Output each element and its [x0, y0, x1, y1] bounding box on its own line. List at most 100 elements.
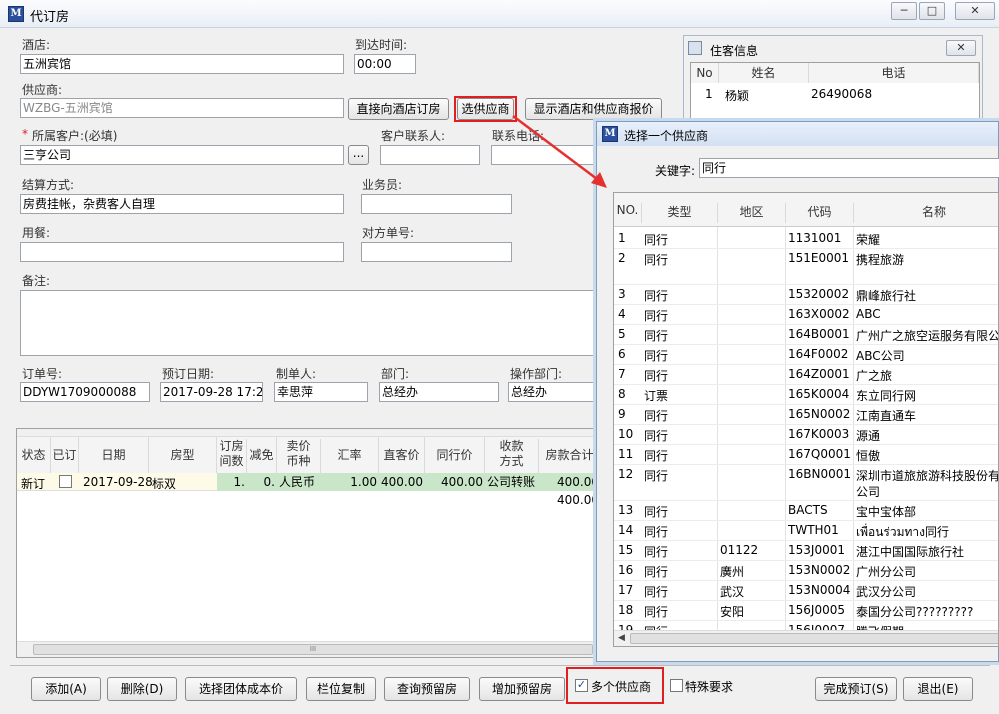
- other-order-field[interactable]: [361, 242, 512, 262]
- supplier-cell-no: 10: [618, 427, 634, 441]
- maker-field[interactable]: 幸思萍: [274, 382, 368, 402]
- special-label[interactable]: 特殊要求: [685, 678, 733, 695]
- row-direct-price[interactable]: 400.00: [379, 473, 425, 491]
- supplier-cell-name: 江南直通车: [856, 409, 917, 423]
- keyword-input[interactable]: 同行: [699, 158, 999, 178]
- supplier-cell-no: 11: [618, 447, 634, 461]
- supplier-cell-type: 同行: [644, 289, 669, 303]
- supplier-row[interactable]: 7 同行 164Z0001 广之旅: [614, 365, 998, 385]
- dept-label: 部门:: [381, 367, 410, 381]
- dept-field[interactable]: 总经办: [379, 382, 499, 402]
- row-discount[interactable]: 0.: [247, 473, 277, 491]
- op-dept-field[interactable]: 总经办: [508, 382, 598, 402]
- supplier-row[interactable]: 5 同行 164B0001 广州广之旅空运服务有限公: [614, 325, 998, 345]
- order-no-field[interactable]: DDYW1709000088: [20, 382, 150, 402]
- supplier-row[interactable]: 9 同行 165N0002 江南直通车: [614, 405, 998, 425]
- group-cost-button[interactable]: 选择团体成本价: [185, 677, 297, 701]
- row-peer-price[interactable]: 400.00: [425, 473, 485, 491]
- row-currency[interactable]: 人民币: [277, 473, 321, 491]
- col-room-type: 房型: [149, 437, 217, 473]
- supplier-row[interactable]: 14 同行 TWTH01 เพื่อนร่วมทาง同行: [614, 521, 998, 541]
- contact-field[interactable]: [380, 145, 480, 165]
- add-reserved-button[interactable]: 增加预留房: [479, 677, 565, 701]
- scroll-left-icon[interactable]: ◀: [618, 633, 625, 643]
- maximize-button[interactable]: □: [919, 2, 945, 20]
- supplier-row[interactable]: 18 同行 安阳 156J0005 泰国分公司?????????: [614, 601, 998, 621]
- col-status: 状态: [17, 437, 51, 473]
- horizontal-scrollbar[interactable]: III: [17, 641, 599, 657]
- supplier-row[interactable]: 13 同行 BACTS 宝中宝体部: [614, 501, 998, 521]
- customer-browse-button[interactable]: ...: [348, 145, 369, 165]
- guest-info-panel: 住客信息 ✕ No 姓名 电话 1 杨颖 26490068: [683, 35, 983, 124]
- sup-col-area: 地区: [718, 203, 786, 223]
- scroll-thumb[interactable]: III: [33, 644, 593, 655]
- supplier-row[interactable]: 6 同行 164F0002 ABC公司: [614, 345, 998, 365]
- supplier-cell-code: 151E0001: [788, 251, 850, 265]
- row-payment[interactable]: 公司转账: [485, 473, 539, 491]
- remark-field[interactable]: [20, 290, 600, 356]
- supplier-dialog-title: 选择一个供应商: [624, 129, 709, 143]
- supplier-row[interactable]: 10 同行 167K0003 源通: [614, 425, 998, 445]
- row-room-type[interactable]: 标双: [150, 475, 178, 492]
- minimize-button[interactable]: ─: [891, 2, 917, 20]
- order-date-label: 预订日期:: [162, 367, 215, 381]
- col-booked: 已订: [51, 437, 79, 473]
- settle-field[interactable]: 房费挂帐，杂费客人自理: [20, 194, 344, 214]
- close-button[interactable]: ✕: [955, 2, 995, 20]
- row-total[interactable]: 400.00: [539, 473, 601, 491]
- supplier-row[interactable]: 16 同行 廣州 153N0002 广州分公司: [614, 561, 998, 581]
- delete-button[interactable]: 删除(D): [107, 677, 177, 701]
- row-date[interactable]: 2017-09-28: [81, 475, 155, 489]
- arrival-field[interactable]: 00:00: [354, 54, 416, 74]
- salesman-field[interactable]: [361, 194, 512, 214]
- supplier-row[interactable]: 11 同行 167Q0001 恒傲: [614, 445, 998, 465]
- sup-col-name: 名称: [854, 203, 998, 223]
- exit-button[interactable]: 退出(E): [903, 677, 973, 701]
- annotation-arrow: [512, 115, 607, 188]
- supplier-row[interactable]: 4 同行 163X0002 ABC: [614, 305, 998, 325]
- supplier-row[interactable]: 17 同行 武汉 153N0004 武汉分公司: [614, 581, 998, 601]
- query-reserved-button[interactable]: 查询预留房: [384, 677, 470, 701]
- guest-panel-close-button[interactable]: ✕: [946, 40, 976, 56]
- supplier-field[interactable]: WZBG-五洲宾馆: [20, 98, 344, 118]
- supplier-scroll-thumb[interactable]: [630, 633, 998, 644]
- supplier-cell-type: 同行: [644, 253, 669, 267]
- supplier-hscrollbar[interactable]: ◀: [614, 630, 998, 646]
- row-room-count[interactable]: 1.: [217, 473, 247, 491]
- copy-column-button[interactable]: 栏位复制: [306, 677, 376, 701]
- supplier-row[interactable]: 12 同行 16BN0001 深圳市道旅旅游科技股份有 公司: [614, 465, 998, 501]
- supplier-row[interactable]: 1 同行 1131001 荣耀: [614, 229, 998, 249]
- supplier-cell-name: 宝中宝体部: [856, 505, 917, 519]
- multi-supplier-checkbox[interactable]: ✓: [575, 679, 588, 692]
- supplier-cell-name: 源通: [856, 429, 881, 443]
- supplier-row[interactable]: 2 同行 151E0001 携程旅游: [614, 249, 998, 285]
- supplier-cell-no: 18: [618, 603, 634, 617]
- supplier-grid: NO. 类型 地区 代码 名称 1 同行 1131001 荣耀 2 同行 151E0001 携…: [613, 192, 999, 647]
- supplier-cell-type: 同行: [644, 429, 669, 443]
- multi-supplier-label[interactable]: 多个供应商: [591, 678, 651, 695]
- supplier-cell-code: 15320002: [788, 287, 850, 301]
- add-button[interactable]: 添加(A): [31, 677, 101, 701]
- col-direct-price: 直客价: [379, 437, 425, 473]
- order-date-field[interactable]: 2017-09-28 17:22: [160, 382, 263, 402]
- hotel-field[interactable]: 五洲宾馆: [20, 54, 344, 74]
- meal-field[interactable]: [20, 242, 344, 262]
- confirm-booking-button[interactable]: 完成预订(S): [815, 677, 897, 701]
- supplier-row[interactable]: 15 同行 01122 153J0001 湛江中国国际旅行社: [614, 541, 998, 561]
- arrival-label: 到达时间:: [355, 38, 408, 52]
- special-checkbox[interactable]: [670, 679, 683, 692]
- guest-col-no: No: [691, 63, 719, 83]
- supplier-cell-name: 荣耀: [856, 233, 881, 247]
- customer-field[interactable]: 三亨公司: [20, 145, 344, 165]
- remark-label: 备注:: [22, 274, 51, 288]
- row-booked-checkbox[interactable]: [59, 475, 72, 488]
- supplier-cell-name-line2: 公司: [856, 485, 881, 499]
- col-payment: 收款方式: [485, 439, 539, 473]
- row-rate[interactable]: 1.00: [321, 473, 379, 491]
- guest-col-phone: 电话: [809, 63, 979, 83]
- meal-label: 用餐:: [22, 226, 51, 240]
- supplier-row[interactable]: 8 订票 165K0004 东立同行网: [614, 385, 998, 405]
- supplier-cell-name: ABC: [856, 307, 881, 321]
- direct-booking-button[interactable]: 直接向酒店订房: [348, 98, 449, 120]
- supplier-row[interactable]: 3 同行 15320002 鼎峰旅行社: [614, 285, 998, 305]
